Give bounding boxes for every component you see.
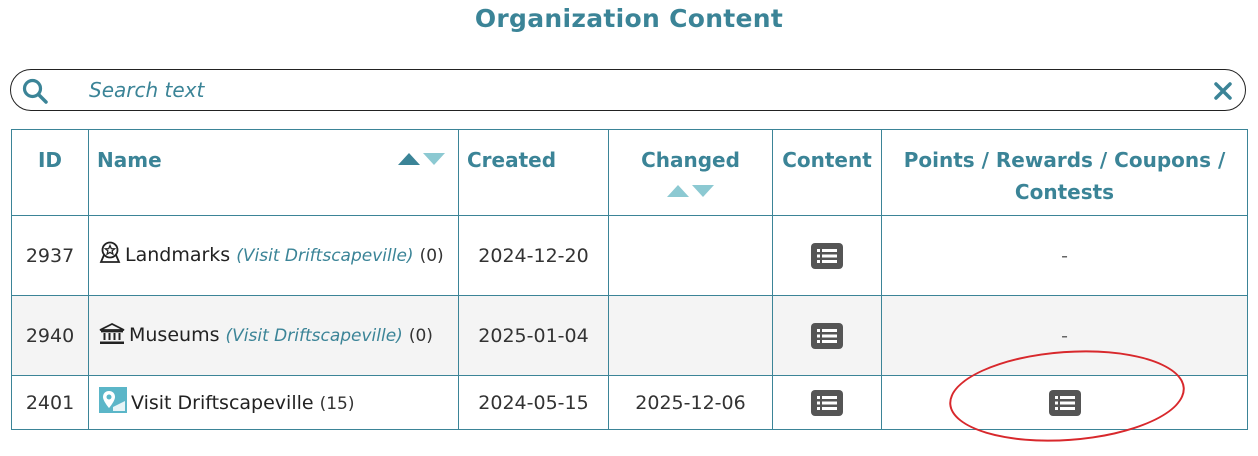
- row-content: [772, 215, 882, 296]
- row-name: Landmarks (Visit Driftscapeville) (0): [88, 215, 459, 296]
- header-id: ID: [11, 129, 89, 216]
- header-content: Content: [772, 129, 882, 216]
- visit-link[interactable]: (Visit Driftscapeville): [226, 326, 403, 346]
- list-icon[interactable]: [811, 242, 843, 269]
- row-id: 2940: [11, 295, 89, 376]
- row-content: [772, 375, 882, 430]
- search-bar: [10, 69, 1246, 111]
- map-pin-logo-icon: [99, 387, 127, 413]
- row-changed: [608, 295, 773, 376]
- table-header-row: ID Name Created Changed Content Points /…: [11, 129, 1248, 216]
- row-count: (0): [408, 326, 433, 346]
- row-id: 2937: [11, 215, 89, 296]
- header-changed-label: Changed: [641, 148, 740, 172]
- clear-search-icon[interactable]: [1211, 79, 1235, 103]
- row-name-text[interactable]: Visit Driftscapeville: [131, 392, 314, 414]
- museum-icon: [99, 323, 125, 344]
- row-name: Visit Driftscapeville (15): [88, 375, 459, 430]
- header-changed[interactable]: Changed: [608, 129, 773, 216]
- visit-link[interactable]: (Visit Driftscapeville): [236, 246, 413, 266]
- row-created: 2024-12-20: [458, 215, 609, 296]
- row-id: 2401: [11, 375, 89, 430]
- header-name[interactable]: Name: [88, 129, 459, 216]
- search-input[interactable]: [87, 74, 1197, 106]
- row-points: [881, 375, 1248, 430]
- table-row: 2937 Landmarks (Visit Driftscapeville) (…: [11, 215, 1248, 296]
- list-icon[interactable]: [1048, 389, 1081, 416]
- row-content: [772, 295, 882, 376]
- sort-arrows-icon[interactable]: [398, 152, 446, 166]
- page-title: Organization Content: [474, 4, 784, 33]
- list-icon[interactable]: [811, 322, 843, 349]
- header-points: Points / Rewards / Coupons / Contests: [881, 129, 1248, 216]
- table-row: 2401 Visit Driftscapeville (15) 2024-05-…: [11, 375, 1248, 430]
- search-icon[interactable]: [21, 77, 49, 105]
- content-table: ID Name Created Changed Content Points /…: [11, 129, 1248, 430]
- row-name-text: Landmarks: [125, 244, 231, 266]
- row-changed: 2025-12-06: [608, 375, 773, 430]
- header-created[interactable]: Created: [458, 129, 609, 216]
- list-icon[interactable]: [811, 389, 843, 416]
- header-name-label: Name: [97, 148, 162, 172]
- row-name: Museums (Visit Driftscapeville) (0): [88, 295, 459, 376]
- row-name-text: Museums: [129, 324, 220, 346]
- table-row: 2940 Museums (Visit Driftscapeville) (0)…: [11, 295, 1248, 376]
- row-changed: [608, 215, 773, 296]
- row-count: (0): [419, 246, 444, 266]
- row-created: 2025-01-04: [458, 295, 609, 376]
- row-points: -: [881, 295, 1248, 376]
- sort-arrows-icon[interactable]: [666, 184, 715, 198]
- row-points: -: [881, 215, 1248, 296]
- row-count: (15): [319, 394, 355, 414]
- landmark-badge-icon: [99, 241, 121, 263]
- row-created: 2024-05-15: [458, 375, 609, 430]
